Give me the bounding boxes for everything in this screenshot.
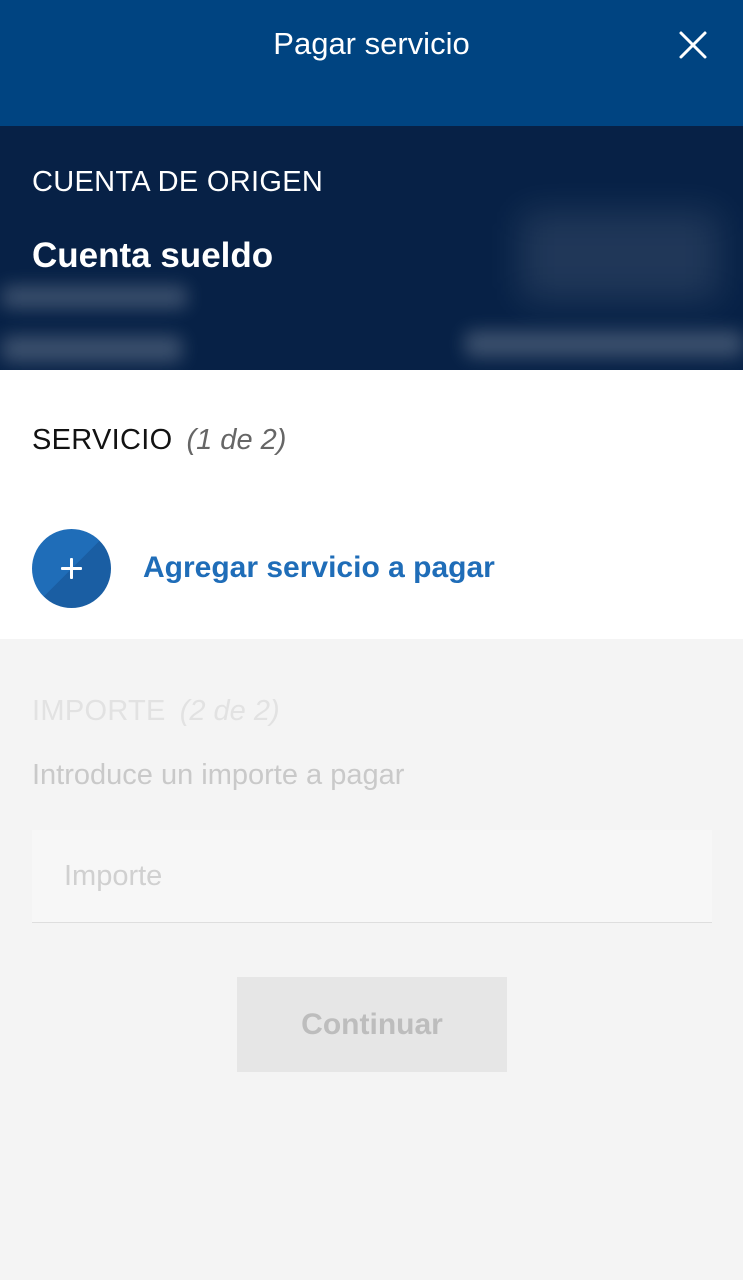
close-button[interactable] xyxy=(667,20,717,70)
plus-icon xyxy=(32,528,111,608)
redacted-balance xyxy=(520,211,720,301)
redacted-account-number xyxy=(2,286,187,308)
amount-section-title: IMPORTE (2 de 2) xyxy=(32,693,280,729)
origin-account-name: Cuenta sueldo xyxy=(32,236,274,275)
app-header: Pagar servicio xyxy=(0,0,743,126)
service-step: (1 de 2) xyxy=(186,424,287,456)
service-section: SERVICIO (1 de 2) Agregar servicio a paga… xyxy=(0,370,743,639)
add-service-label: Agregar servicio a pagar xyxy=(143,551,495,584)
page-title: Pagar servicio xyxy=(273,26,470,61)
amount-step: (2 de 2) xyxy=(179,695,280,727)
continue-button[interactable]: Continuar xyxy=(237,977,507,1072)
redacted-balance-line xyxy=(465,331,743,357)
amount-title: IMPORTE xyxy=(32,695,166,727)
amount-hint: Introduce un importe a pagar xyxy=(32,759,405,791)
redacted-account-number-line xyxy=(2,336,182,362)
add-service-button[interactable]: Agregar servicio a pagar xyxy=(32,528,495,608)
close-icon xyxy=(679,31,707,59)
service-section-title: SERVICIO (1 de 2) xyxy=(32,422,286,458)
amount-section: IMPORTE (2 de 2) Introduce un importe a p… xyxy=(0,639,743,1280)
service-title: SERVICIO xyxy=(32,424,173,456)
origin-account-card[interactable]: CUENTA DE ORIGEN Cuenta sueldo xyxy=(0,126,743,370)
origin-account-label: CUENTA DE ORIGEN xyxy=(32,166,324,198)
amount-input[interactable] xyxy=(32,830,712,923)
